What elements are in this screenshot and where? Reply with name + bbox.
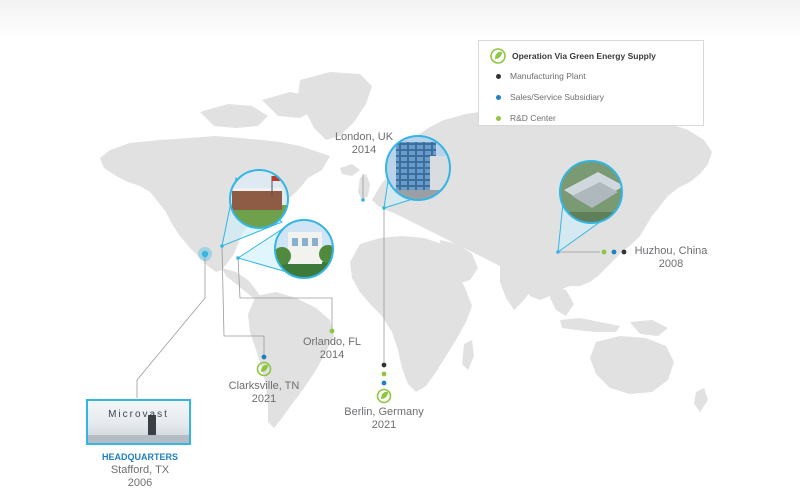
legend-label: Manufacturing Plant bbox=[510, 71, 586, 81]
legend-item-manufacturing: Manufacturing Plant bbox=[489, 71, 586, 81]
manufacturing-dot bbox=[496, 73, 501, 79]
london-year: 2014 bbox=[351, 144, 377, 156]
hq-line bbox=[136, 254, 206, 398]
orlando-city: Orlando, FL bbox=[302, 336, 362, 348]
berlin-rnd-dot bbox=[381, 371, 387, 377]
greenland bbox=[298, 72, 372, 140]
hq-city: Stafford, TX bbox=[110, 464, 170, 476]
iceland bbox=[340, 164, 360, 176]
rnd-dot bbox=[496, 115, 501, 121]
sales-dot bbox=[496, 94, 501, 100]
berlin-city: Berlin, Germany bbox=[344, 406, 424, 418]
hq-floor bbox=[88, 435, 189, 443]
orlando-rnd-dot bbox=[329, 328, 335, 334]
clarksville-year: 2021 bbox=[251, 393, 277, 405]
label-berlin: Berlin, Germany 2021 bbox=[324, 406, 444, 432]
berlin-green-leaf-icon bbox=[376, 388, 392, 404]
berlin-mfg-dot bbox=[381, 362, 387, 368]
huzhou-point bbox=[556, 250, 560, 254]
huzhou-rnd-dot bbox=[601, 249, 607, 255]
london-point bbox=[361, 198, 365, 202]
central-america bbox=[222, 268, 262, 300]
label-clarksville: Clarksville, TN 2021 bbox=[204, 380, 324, 406]
legend-label: Sales/Service Subsidiary bbox=[510, 92, 605, 102]
legend-label: Operation Via Green Energy Supply bbox=[512, 51, 656, 61]
orlando-point bbox=[236, 256, 240, 260]
hq-sign: Microvast bbox=[108, 409, 169, 420]
great-britain bbox=[358, 174, 370, 200]
australia bbox=[590, 336, 674, 394]
label-huzhou: Huzhou, China 2008 bbox=[626, 245, 716, 271]
orlando-year: 2014 bbox=[319, 349, 345, 361]
green-leaf-icon bbox=[490, 48, 506, 64]
london-city: London, UK bbox=[334, 131, 394, 143]
hq-point bbox=[201, 250, 209, 258]
berlin-year: 2021 bbox=[371, 419, 397, 431]
berlin-point bbox=[382, 206, 386, 210]
clarksville-point bbox=[220, 244, 224, 248]
legend-label: R&D Center bbox=[510, 113, 556, 123]
new-guinea bbox=[630, 320, 668, 336]
hq-tag: HEADQUARTERS bbox=[101, 452, 178, 462]
label-london: London, UK 2014 bbox=[314, 131, 414, 157]
arctic-islands bbox=[200, 104, 268, 128]
label-headquarters: HEADQUARTERS Stafford, TX 2006 bbox=[70, 451, 210, 490]
new-zealand bbox=[694, 388, 708, 412]
huzhou-year: 2008 bbox=[658, 258, 684, 270]
hq-year: 2006 bbox=[127, 477, 153, 489]
legend-item-sales: Sales/Service Subsidiary bbox=[489, 92, 604, 102]
huzhou-sales-dot bbox=[611, 249, 617, 255]
label-orlando: Orlando, FL 2014 bbox=[282, 336, 382, 362]
legend-item-rnd: R&D Center bbox=[489, 113, 556, 123]
legend: Operation Via Green Energy Supply Manufa… bbox=[478, 40, 704, 126]
clarksville-sales-dot bbox=[261, 354, 267, 360]
indonesia bbox=[560, 318, 620, 332]
clarksville-city: Clarksville, TN bbox=[228, 380, 300, 392]
berlin-sales-dot bbox=[381, 380, 387, 386]
india bbox=[500, 262, 536, 310]
southeast-asia bbox=[550, 286, 574, 316]
huzhou-city: Huzhou, China bbox=[634, 245, 708, 257]
legend-item-green-energy: Operation Via Green Energy Supply bbox=[489, 47, 656, 65]
madagascar bbox=[462, 340, 474, 370]
hq-photo: Microvast bbox=[86, 399, 191, 445]
